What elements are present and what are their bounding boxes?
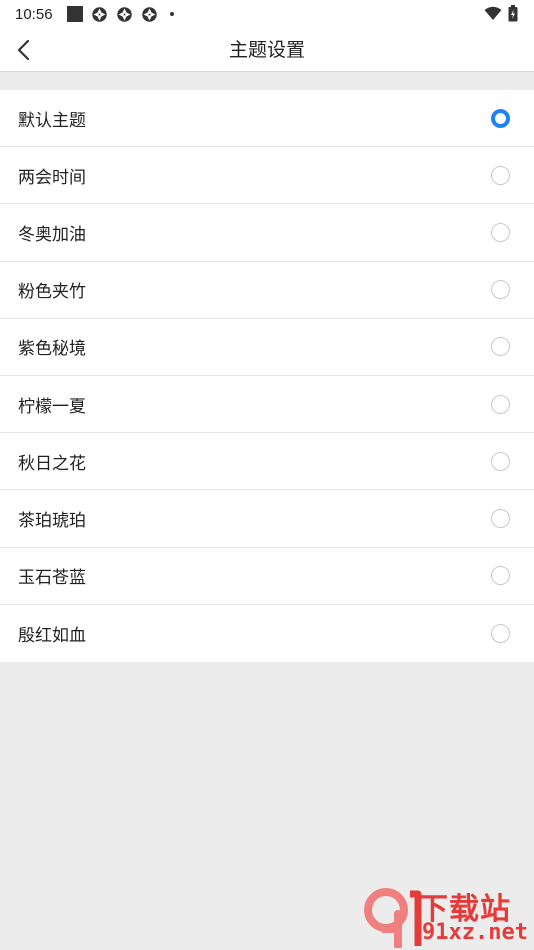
radio-unselected-icon[interactable] [491, 165, 510, 185]
dot-icon [169, 12, 174, 16]
radio-unselected-icon[interactable] [491, 566, 510, 586]
theme-option[interactable]: 茶珀琥珀 [0, 490, 534, 548]
title-bar: 主题设置 [0, 28, 534, 72]
theme-option[interactable]: 秋日之花 [0, 433, 534, 491]
theme-option-label: 默认主题 [18, 110, 86, 131]
watermark: 下载站 91xz.net [360, 884, 532, 948]
radio-unselected-icon[interactable] [491, 451, 510, 471]
theme-option-label: 两会时间 [18, 167, 86, 188]
radio-unselected-icon[interactable] [491, 394, 510, 414]
theme-option-label: 秋日之花 [18, 453, 86, 474]
radio-unselected-icon[interactable] [491, 508, 510, 528]
theme-option[interactable]: 粉色夹竹 [0, 262, 534, 319]
status-right [484, 5, 518, 22]
theme-option-label: 紫色秘境 [18, 339, 86, 360]
status-bar: 10:56 [0, 0, 534, 28]
notification-square-icon [66, 6, 83, 22]
theme-option-label: 茶珀琥珀 [18, 510, 86, 531]
radio-unselected-icon[interactable] [491, 280, 510, 300]
page-title: 主题设置 [228, 39, 305, 61]
theme-option[interactable]: 紫色秘境 [0, 319, 534, 376]
theme-list: 默认主题两会时间冬奥加油粉色夹竹紫色秘境柠檬一夏秋日之花茶珀琥珀玉石苍蓝殷红如血 [0, 90, 534, 662]
battery-icon [508, 5, 518, 22]
aperture-icon [116, 6, 132, 22]
wifi-icon [484, 6, 502, 20]
radio-unselected-icon[interactable] [491, 337, 510, 357]
theme-option-label: 殷红如血 [18, 625, 86, 646]
radio-unselected-icon[interactable] [491, 222, 510, 242]
status-time: 10:56 [15, 5, 53, 23]
theme-option-label: 冬奥加油 [18, 224, 86, 245]
theme-option[interactable]: 默认主题 [0, 90, 534, 148]
watermark-logo [364, 888, 422, 948]
theme-option[interactable]: 玉石苍蓝 [0, 548, 534, 605]
radio-selected-icon[interactable] [491, 108, 510, 128]
theme-option-label: 粉色夹竹 [18, 282, 86, 303]
theme-option[interactable]: 柠檬一夏 [0, 376, 534, 434]
theme-option-label: 玉石苍蓝 [18, 568, 86, 589]
theme-option[interactable]: 殷红如血 [0, 605, 534, 662]
radio-unselected-icon[interactable] [491, 623, 510, 643]
theme-option-label: 柠檬一夏 [18, 396, 86, 417]
aperture-icon [141, 6, 157, 22]
theme-option[interactable]: 冬奥加油 [0, 204, 534, 262]
theme-option[interactable]: 两会时间 [0, 147, 534, 205]
watermark-text-bottom: 91xz.net [422, 920, 528, 945]
aperture-icon [91, 6, 107, 22]
